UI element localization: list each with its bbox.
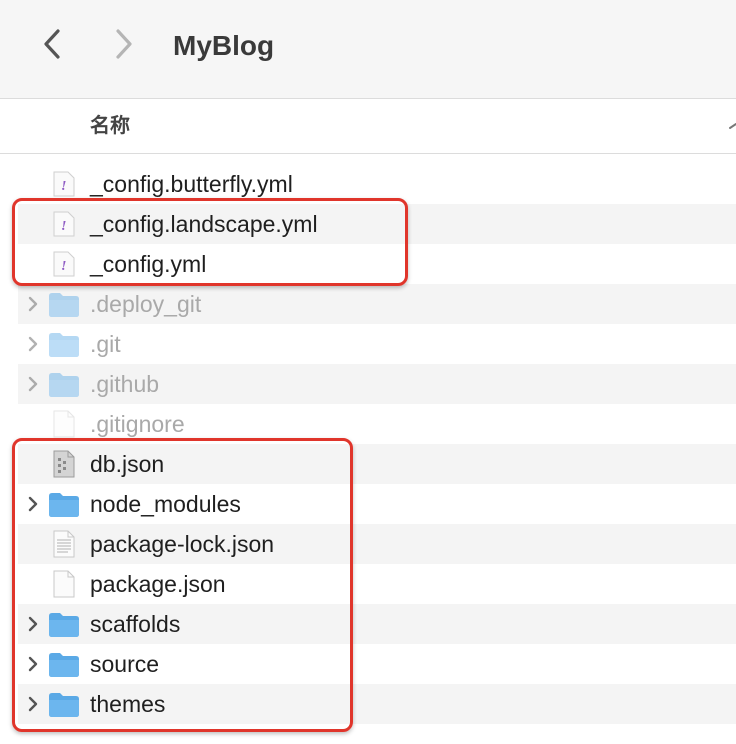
file-name: .gitignore <box>90 411 185 437</box>
file-name: .github <box>90 371 160 397</box>
disclosure-chevron-icon[interactable] <box>26 374 40 394</box>
folder-icon <box>48 290 80 318</box>
folder-icon <box>48 490 80 518</box>
forward-button[interactable] <box>108 26 140 62</box>
sort-chevron-icon[interactable] <box>728 114 736 138</box>
file-name: _config.yml <box>90 251 207 277</box>
yaml-file-icon: ! <box>48 210 80 238</box>
file-row[interactable]: package.json <box>18 564 736 604</box>
file-name: .deploy_git <box>90 291 202 317</box>
document-icon <box>48 410 80 438</box>
file-name: package.json <box>90 571 226 597</box>
folder-icon <box>48 690 80 718</box>
chevron-left-icon <box>44 29 60 59</box>
file-row[interactable]: ! _config.yml <box>18 244 736 284</box>
disclosure-chevron-icon[interactable] <box>26 334 40 354</box>
file-name: .git <box>90 331 121 357</box>
folder-row[interactable]: themes <box>18 684 736 724</box>
disclosure-chevron-icon[interactable] <box>26 294 40 314</box>
finder-toolbar: MyBlog <box>0 0 736 99</box>
file-name: _config.landscape.yml <box>90 211 318 237</box>
yaml-file-icon: ! <box>48 250 80 278</box>
file-name: _config.butterfly.yml <box>90 171 293 197</box>
folder-icon <box>48 330 80 358</box>
text-document-icon <box>48 530 80 558</box>
svg-text:!: ! <box>61 259 66 274</box>
file-row[interactable]: .gitignore <box>18 404 736 444</box>
file-name: node_modules <box>90 491 241 517</box>
file-name: scaffolds <box>90 611 181 637</box>
file-name: db.json <box>90 451 165 477</box>
file-row[interactable]: ! _config.butterfly.yml <box>18 164 736 204</box>
file-row[interactable]: ! _config.landscape.yml <box>18 204 736 244</box>
file-name: themes <box>90 691 166 717</box>
file-name: package-lock.json <box>90 531 275 557</box>
folder-row[interactable]: scaffolds <box>18 604 736 644</box>
svg-text:!: ! <box>61 179 66 194</box>
json-file-icon <box>48 450 80 478</box>
document-icon <box>48 570 80 598</box>
folder-row[interactable]: node_modules <box>18 484 736 524</box>
folder-row[interactable]: .git <box>18 324 736 364</box>
folder-icon <box>48 610 80 638</box>
window-title: MyBlog <box>173 30 275 61</box>
chevron-right-icon <box>116 29 132 59</box>
svg-text:!: ! <box>61 219 66 234</box>
column-header-name[interactable]: 名称 <box>90 113 130 139</box>
folder-row[interactable]: source <box>18 644 736 684</box>
folder-icon <box>48 370 80 398</box>
folder-row[interactable]: .github <box>18 364 736 404</box>
folder-icon <box>48 650 80 678</box>
disclosure-chevron-icon[interactable] <box>26 494 40 514</box>
disclosure-chevron-icon[interactable] <box>26 694 40 714</box>
yaml-file-icon: ! <box>48 170 80 198</box>
file-row[interactable]: db.json <box>18 444 736 484</box>
file-row[interactable]: package-lock.json <box>18 524 736 564</box>
file-name: source <box>90 651 160 677</box>
disclosure-chevron-icon[interactable] <box>26 654 40 674</box>
folder-row[interactable]: .deploy_git <box>18 284 736 324</box>
back-button[interactable] <box>36 26 68 62</box>
disclosure-chevron-icon[interactable] <box>26 614 40 634</box>
